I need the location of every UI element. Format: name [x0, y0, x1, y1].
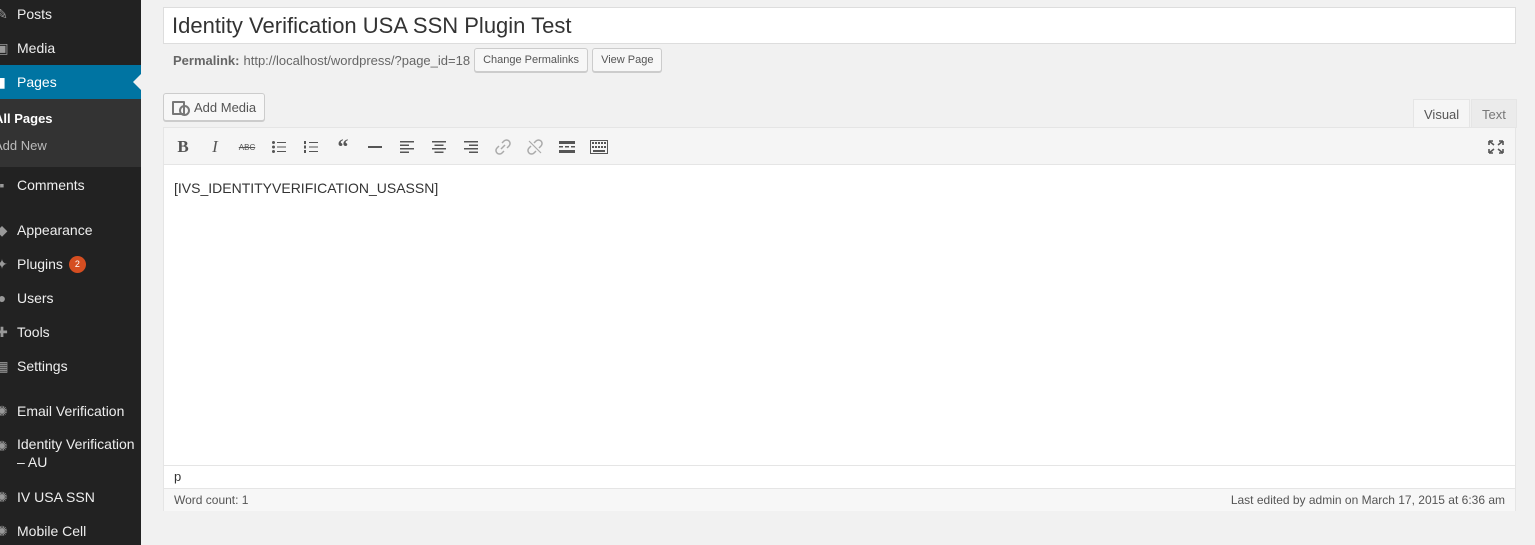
- sidebar-item-pages[interactable]: ▮ Pages: [0, 65, 141, 99]
- media-icon: ▣: [0, 39, 9, 56]
- unlink-icon[interactable]: [524, 136, 546, 158]
- sidebar-item-tools[interactable]: ✚ Tools: [0, 315, 141, 349]
- comment-icon: ▪: [0, 177, 5, 193]
- align-left-icon[interactable]: [396, 136, 418, 158]
- permalink-row: Permalink: http://localhost/wordpress/?p…: [173, 48, 663, 72]
- sidebar-item-label: Posts: [17, 6, 53, 22]
- sidebar-item-appearance[interactable]: ◆ Appearance: [0, 213, 141, 247]
- tab-visual[interactable]: Visual: [1413, 99, 1471, 128]
- toolbar-toggle-icon[interactable]: [588, 136, 610, 158]
- align-right-icon[interactable]: [460, 136, 482, 158]
- submenu-all-pages[interactable]: All Pages: [0, 111, 53, 126]
- strikethrough-icon[interactable]: ABC: [236, 136, 258, 158]
- submenu-add-new[interactable]: Add New: [0, 138, 47, 153]
- sidebar-item-label: IV USA SSN: [17, 489, 95, 505]
- horizontal-rule-icon[interactable]: [364, 136, 386, 158]
- gear-icon: ✺: [0, 488, 8, 505]
- permalink-label: Permalink:: [173, 52, 240, 68]
- users-icon: ●: [0, 290, 7, 306]
- sidebar-item-identity-verification-au[interactable]: ✺ Identity Verification – AU: [0, 434, 141, 474]
- sidebar-item-email-verification[interactable]: ✺ Email Verification: [0, 394, 141, 428]
- add-media-label: Add Media: [194, 99, 257, 115]
- link-icon[interactable]: [492, 136, 514, 158]
- page-icon: ▮: [0, 73, 6, 90]
- view-page-button[interactable]: View Page: [592, 48, 663, 72]
- sidebar-item-label: Media: [17, 40, 56, 56]
- permalink-url[interactable]: http://localhost/wordpress/?page_id=18: [243, 53, 470, 68]
- sidebar-item-label: Email Verification: [17, 403, 125, 419]
- sidebar-item-label: Tools: [17, 324, 50, 340]
- add-media-button[interactable]: Add Media: [163, 93, 266, 121]
- post-title-input[interactable]: Identity Verification USA SSN Plugin Tes…: [163, 7, 1516, 44]
- wrench-icon: ✚: [0, 323, 8, 340]
- bold-icon[interactable]: B: [172, 136, 194, 158]
- sidebar-item-label: Users: [17, 290, 54, 306]
- numbered-list-icon[interactable]: [300, 136, 322, 158]
- brush-icon: ◆: [0, 221, 8, 238]
- sidebar-item-comments[interactable]: ▪ Comments: [0, 168, 141, 202]
- italic-icon[interactable]: I: [204, 136, 226, 158]
- change-permalinks-button[interactable]: Change Permalinks: [474, 48, 589, 72]
- blockquote-icon[interactable]: “: [332, 134, 354, 159]
- sidebar-item-label: Mobile Cell: [17, 523, 87, 539]
- read-more-icon[interactable]: [556, 136, 578, 158]
- element-path[interactable]: p: [164, 465, 1515, 489]
- sidebar-item-label: Pages: [17, 74, 57, 90]
- editor-toolbar: B I ABC “: [164, 128, 1515, 165]
- last-edited: Last edited by admin on March 17, 2015 a…: [1230, 493, 1505, 507]
- editor-content[interactable]: [IVS_IDENTITYVERIFICATION_USASSN]: [174, 180, 438, 196]
- sidebar-item-label: Plugins: [17, 255, 63, 272]
- fullscreen-icon[interactable]: [1485, 136, 1507, 158]
- gear-icon: ✺: [0, 522, 8, 539]
- sidebar-item-mobile-cell[interactable]: ✺ Mobile Cell: [0, 514, 141, 545]
- settings-icon: ▦: [0, 357, 9, 374]
- editor-status-bar: Word count: 1 Last edited by admin on Ma…: [164, 488, 1515, 511]
- sidebar-item-plugins[interactable]: ✦ Plugins 2: [0, 247, 141, 281]
- content-editor: B I ABC “ [IVS_IDENTITYVERIFICATION_USAS…: [163, 127, 1516, 511]
- sidebar-item-media[interactable]: ▣ Media: [0, 31, 141, 65]
- sidebar-item-label: Identity Verification – AU: [17, 436, 135, 470]
- gear-icon: ✺: [0, 402, 8, 419]
- word-count: Word count: 1: [174, 493, 249, 507]
- sidebar-item-label: Comments: [17, 177, 85, 193]
- pin-icon: ✎: [0, 5, 8, 22]
- sidebar-item-settings[interactable]: ▦ Settings: [0, 349, 141, 383]
- sidebar-item-posts[interactable]: ✎ Posts: [0, 0, 141, 31]
- gear-icon: ✺: [0, 437, 8, 454]
- plugin-icon: ✦: [0, 255, 8, 272]
- tab-text[interactable]: Text: [1471, 99, 1517, 128]
- admin-sidebar: ✎ Posts ▣ Media ▮ Pages All Pages Add Ne…: [0, 0, 141, 545]
- sidebar-item-iv-usa-ssn[interactable]: ✺ IV USA SSN: [0, 480, 141, 514]
- bullet-list-icon[interactable]: [268, 136, 290, 158]
- sidebar-item-label: Appearance: [17, 222, 93, 238]
- pages-submenu: All Pages Add New: [0, 99, 141, 167]
- sidebar-item-label: Settings: [17, 358, 68, 374]
- align-center-icon[interactable]: [428, 136, 450, 158]
- sidebar-item-users[interactable]: ● Users: [0, 281, 141, 315]
- update-count-badge: 2: [68, 256, 86, 274]
- add-media-icon: [172, 99, 190, 116]
